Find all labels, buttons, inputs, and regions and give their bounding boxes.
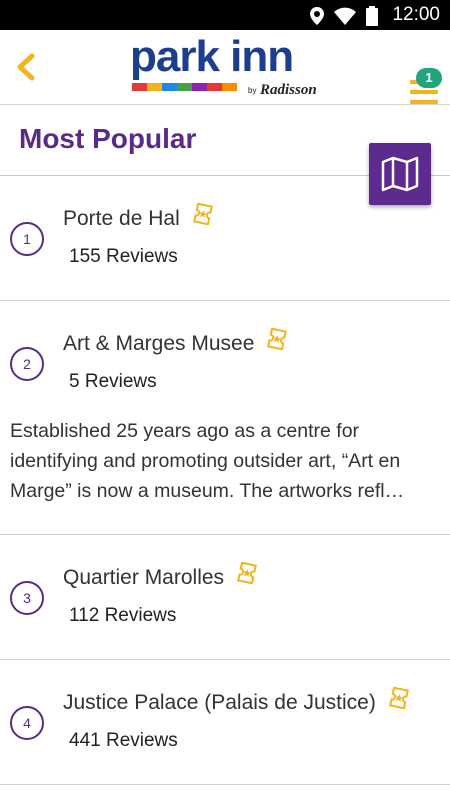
attraction-name: Quartier Marolles <box>63 566 225 589</box>
attraction-name: Porte de Hal <box>63 207 180 230</box>
attraction-name-row: Art & Marges Musee <box>63 328 288 356</box>
ticket-icon <box>388 687 410 715</box>
rank-number: 1 <box>10 222 44 256</box>
notification-badge: 1 <box>416 68 442 88</box>
map-icon <box>381 156 419 192</box>
attraction-name-row: Porte de Hal <box>63 203 214 231</box>
review-count: 112 Reviews <box>69 605 177 626</box>
rank-number: 2 <box>10 347 44 381</box>
wifi-icon <box>334 7 356 30</box>
rank-number: 4 <box>10 706 44 740</box>
app-bar: park inn by Radisson 1 <box>0 30 450 105</box>
location-icon <box>310 7 324 30</box>
list-item[interactable]: 2 Art & Marges Musee 5 Reviews Establish… <box>0 301 450 535</box>
list-item[interactable]: 4 Justice Palace (Palais de Justice) 441… <box>0 660 450 785</box>
attraction-description: Established 25 years ago as a centre for… <box>10 416 440 506</box>
ticket-icon <box>192 203 214 231</box>
list-item[interactable]: 3 Quartier Marolles 112 Reviews <box>0 535 450 660</box>
description-line: Established 25 years ago as a centre for <box>10 420 360 442</box>
chevron-left-icon <box>17 53 35 81</box>
attraction-name-row: Quartier Marolles <box>63 562 258 590</box>
ticket-icon <box>266 328 288 356</box>
review-count: 441 Reviews <box>69 730 178 751</box>
logo-color-bars <box>132 83 237 91</box>
logo-by: by <box>248 86 257 95</box>
attraction-name: Justice Palace (Palais de Justice) <box>63 691 376 714</box>
rank-number: 3 <box>10 581 44 615</box>
description-line: Marge” is now a museum. The artworks ref… <box>10 480 405 502</box>
logo-radisson: Radisson <box>260 82 317 98</box>
park-inn-logo: park inn by Radisson <box>130 32 320 100</box>
attraction-name-row: Justice Palace (Palais de Justice) <box>63 687 410 715</box>
battery-icon <box>366 6 378 31</box>
map-button[interactable] <box>369 143 431 205</box>
review-count: 155 Reviews <box>69 246 178 267</box>
ticket-icon <box>236 562 258 590</box>
review-count: 5 Reviews <box>69 371 157 392</box>
page-title: Most Popular <box>19 123 197 154</box>
clock: 12:00 <box>392 4 440 25</box>
attraction-name: Art & Marges Musee <box>63 332 255 355</box>
logo-wordmark: park inn <box>130 32 294 81</box>
back-button[interactable] <box>12 50 40 84</box>
description-line: identifying and promoting outsider art, … <box>10 450 401 472</box>
status-bar: 12:00 <box>0 0 450 30</box>
